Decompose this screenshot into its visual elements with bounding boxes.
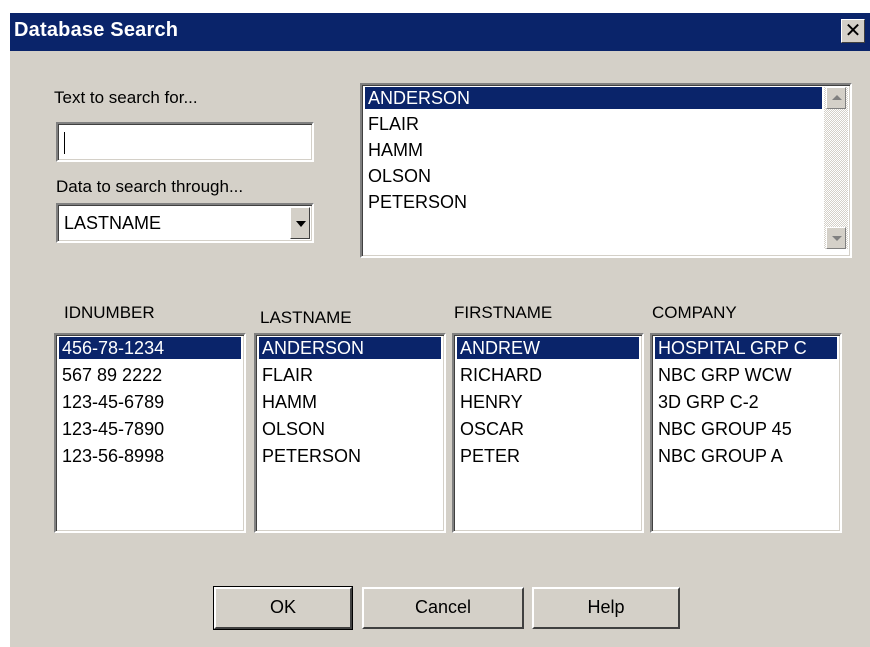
list-item[interactable]: 123-45-6789 <box>59 391 241 413</box>
cancel-button[interactable]: Cancel <box>362 587 524 629</box>
search-text-input[interactable] <box>56 122 314 162</box>
list-item[interactable]: 123-56-8998 <box>59 445 241 467</box>
list-item[interactable]: HAMM <box>259 391 441 413</box>
list-item[interactable]: NBC GRP WCW <box>655 364 837 386</box>
list-item[interactable]: OLSON <box>259 418 441 440</box>
list-item[interactable]: 123-45-7890 <box>59 418 241 440</box>
results-scrollbar[interactable] <box>824 87 848 249</box>
list-item[interactable]: ANDERSON <box>259 337 441 359</box>
firstname-list[interactable]: ANDREW RICHARD HENRY OSCAR PETER <box>452 333 644 533</box>
search-text-label: Text to search for... <box>54 88 198 107</box>
list-item[interactable]: OLSON <box>365 165 822 187</box>
chevron-down-icon <box>832 236 842 241</box>
list-item[interactable]: HAMM <box>365 139 822 161</box>
lastname-list[interactable]: ANDERSON FLAIR HAMM OLSON PETERSON <box>254 333 446 533</box>
column-header-company: COMPANY <box>652 303 737 322</box>
search-field-label: Data to search through... <box>56 177 244 196</box>
list-item[interactable]: OSCAR <box>457 418 639 440</box>
database-search-dialog: Database Search ✕ Text to search for... … <box>10 13 870 647</box>
list-item[interactable]: HENRY <box>457 391 639 413</box>
results-list[interactable]: ANDERSON FLAIR HAMM OLSON PETERSON <box>360 83 852 258</box>
close-button[interactable]: ✕ <box>841 19 865 43</box>
search-field-select[interactable]: LASTNAME <box>56 203 314 243</box>
list-item[interactable]: PETERSON <box>365 191 822 213</box>
list-item[interactable]: ANDREW <box>457 337 639 359</box>
list-item[interactable]: 456-78-1234 <box>59 337 241 359</box>
search-field-dropdown-button[interactable] <box>290 207 310 239</box>
list-item[interactable]: 567 89 2222 <box>59 364 241 386</box>
idnumber-list[interactable]: 456-78-1234 567 89 2222 123-45-6789 123-45-… <box>54 333 246 533</box>
list-item[interactable]: ANDERSON <box>365 87 822 109</box>
column-header-lastname: LASTNAME <box>260 308 352 327</box>
list-item[interactable]: NBC GROUP 45 <box>655 418 837 440</box>
help-button[interactable]: Help <box>532 587 680 629</box>
chevron-down-icon <box>296 221 306 227</box>
close-icon: ✕ <box>844 20 862 42</box>
column-header-idnumber: IDNUMBER <box>64 303 155 322</box>
ok-button[interactable]: OK <box>213 586 353 630</box>
list-item[interactable]: HOSPITAL GRP C <box>655 337 837 359</box>
title-bar: Database Search ✕ <box>10 13 870 51</box>
scroll-down-button[interactable] <box>826 227 846 249</box>
list-item[interactable]: FLAIR <box>365 113 822 135</box>
window-title: Database Search <box>14 19 179 41</box>
list-item[interactable]: FLAIR <box>259 364 441 386</box>
chevron-up-icon <box>832 95 842 100</box>
list-item[interactable]: PETER <box>457 445 639 467</box>
search-field-value: LASTNAME <box>64 213 162 233</box>
column-header-firstname: FIRSTNAME <box>454 303 553 322</box>
list-item[interactable]: RICHARD <box>457 364 639 386</box>
scroll-up-button[interactable] <box>826 87 846 109</box>
list-item[interactable]: NBC GROUP A <box>655 445 837 467</box>
company-list[interactable]: HOSPITAL GRP C NBC GRP WCW 3D GRP C-2 NBC G… <box>650 333 842 533</box>
text-caret <box>64 132 65 154</box>
list-item[interactable]: 3D GRP C-2 <box>655 391 837 413</box>
list-item[interactable]: PETERSON <box>259 445 441 467</box>
